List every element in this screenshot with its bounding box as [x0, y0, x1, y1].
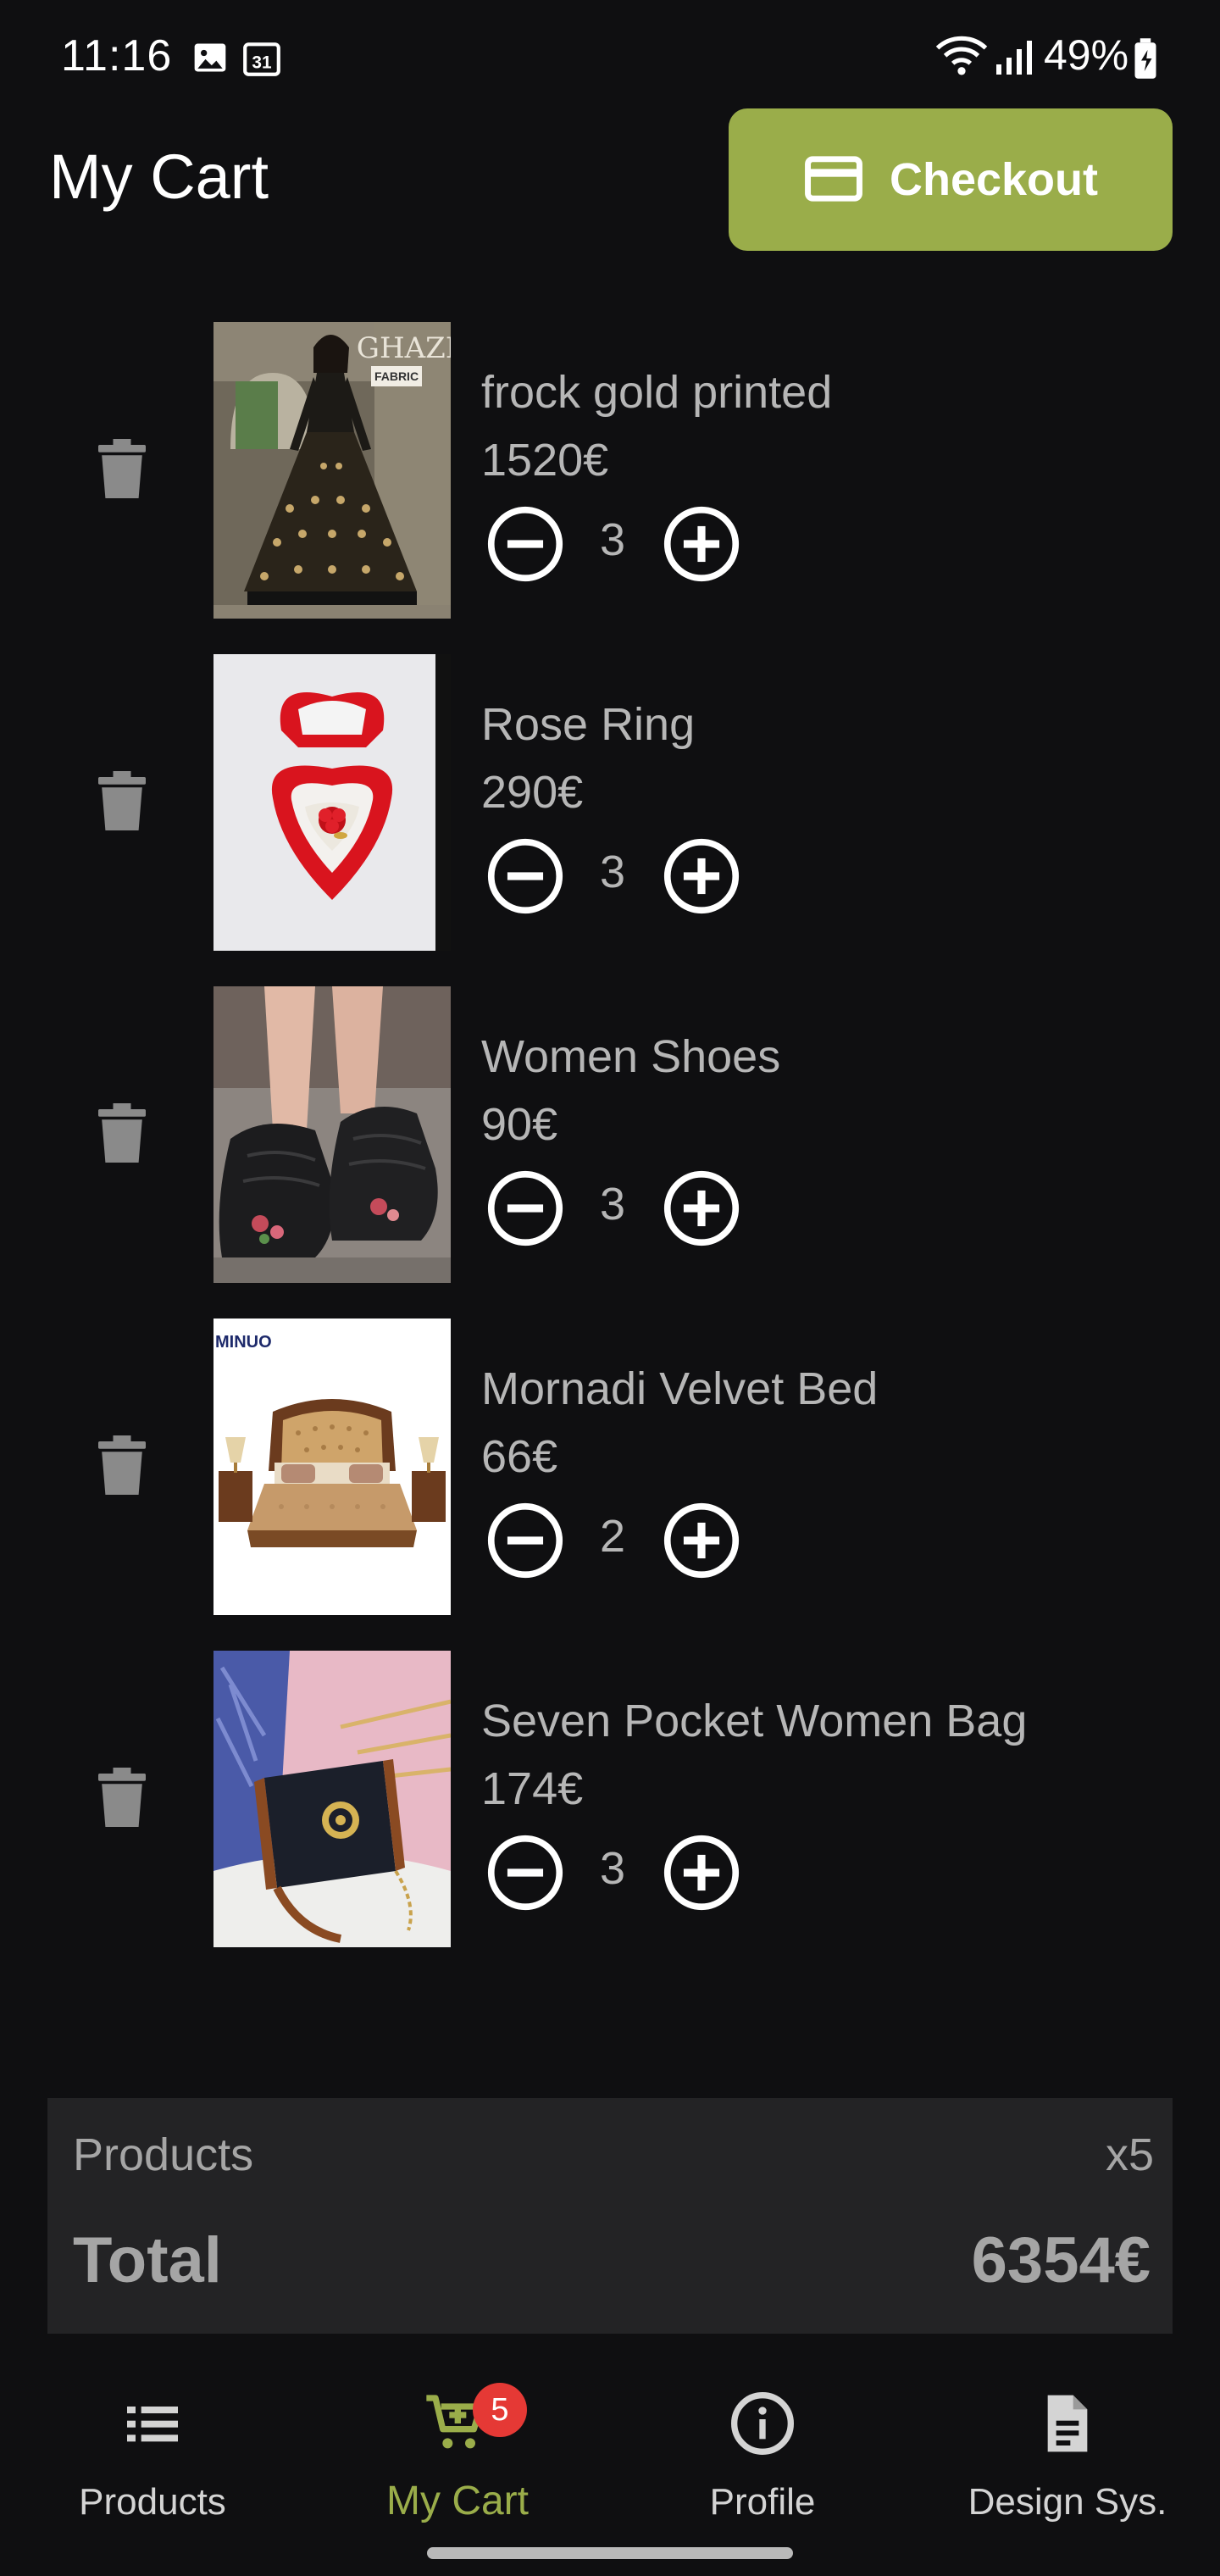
svg-text:MINUO: MINUO: [215, 1333, 272, 1352]
plus-circle-icon: [663, 1170, 740, 1246]
cart-summary: Products x5 Total 6354€: [47, 2098, 1173, 2334]
plus-circle-icon: [663, 838, 740, 914]
decrease-quantity-button[interactable]: [486, 505, 564, 583]
trash-icon: [98, 439, 146, 498]
minus-circle-icon: [487, 838, 563, 914]
quantity-value: 3: [599, 1179, 626, 1230]
nav-label: Profile: [709, 2481, 816, 2523]
product-name: Seven Pocket Women Bag: [481, 1696, 1028, 1746]
product-name: Rose Ring: [481, 699, 696, 750]
nav-item-design-system[interactable]: Design Sys.: [915, 2364, 1220, 2534]
product-price: 90€: [481, 1099, 558, 1150]
product-image-dress[interactable]: FABRIC GHAZI: [214, 322, 451, 619]
product-price: 174€: [481, 1763, 584, 1814]
summary-products-label: Products: [73, 2129, 254, 2180]
product-price: 290€: [481, 767, 584, 818]
credit-card-icon: [803, 154, 864, 206]
nav-item-my-cart[interactable]: 5 My Cart: [305, 2364, 610, 2534]
increase-quantity-button[interactable]: [663, 1169, 740, 1247]
product-image-bed[interactable]: MINUO: [214, 1319, 451, 1615]
product-image-shoes[interactable]: [214, 986, 451, 1283]
product-image-bag[interactable]: [214, 1651, 451, 1947]
cart-item: Women Shoes 90€ 3: [0, 986, 1220, 1285]
delete-item-button[interactable]: [98, 1435, 146, 1495]
status-bar: 11:16 31 49%: [0, 0, 1220, 110]
summary-total-value: 6354€: [971, 2224, 1151, 2296]
nav-label: Products: [79, 2481, 226, 2523]
quantity-value: 3: [599, 847, 626, 897]
quantity-value: 2: [599, 1511, 626, 1562]
svg-text:FABRIC: FABRIC: [374, 369, 419, 383]
quantity-value: 3: [599, 514, 626, 565]
wifi-icon: [935, 34, 988, 84]
decrease-quantity-button[interactable]: [486, 1834, 564, 1912]
checkout-button[interactable]: Checkout: [729, 108, 1173, 251]
gallery-icon: [191, 39, 229, 80]
battery-icon: [1130, 37, 1161, 84]
cart-count-badge: 5: [473, 2383, 527, 2437]
status-time: 11:16: [61, 31, 173, 80]
trash-icon: [98, 771, 146, 830]
delete-item-button[interactable]: [98, 1768, 146, 1827]
delete-item-button[interactable]: [98, 439, 146, 498]
product-price: 66€: [481, 1431, 558, 1482]
increase-quantity-button[interactable]: [663, 1502, 740, 1579]
trash-icon: [98, 1435, 146, 1495]
product-name: frock gold printed: [481, 367, 833, 418]
decrease-quantity-button[interactable]: [486, 1502, 564, 1579]
cart-item: MINUO Mornadi Velvet Bed 66€ 2: [0, 1319, 1220, 1617]
delete-item-button[interactable]: [98, 1103, 146, 1163]
nav-label: Design Sys.: [968, 2481, 1167, 2523]
minus-circle-icon: [487, 1170, 563, 1246]
product-name: Women Shoes: [481, 1031, 781, 1082]
plus-circle-icon: [663, 1835, 740, 1911]
battery-percentage: 49%: [1044, 31, 1129, 79]
cart-item: Seven Pocket Women Bag 174€ 3: [0, 1651, 1220, 1949]
product-price: 1520€: [481, 435, 609, 486]
nav-item-products[interactable]: Products: [0, 2364, 305, 2534]
svg-text:GHAZI: GHAZI: [357, 331, 451, 365]
checkout-label: Checkout: [889, 154, 1099, 205]
minus-circle-icon: [487, 506, 563, 582]
page-title: My Cart: [49, 142, 269, 212]
product-name: Mornadi Velvet Bed: [481, 1363, 879, 1414]
increase-quantity-button[interactable]: [663, 837, 740, 915]
info-icon: [729, 2390, 796, 2457]
nav-item-profile[interactable]: Profile: [610, 2364, 915, 2534]
summary-products-count: x5: [1105, 2129, 1154, 2180]
decrease-quantity-button[interactable]: [486, 1169, 564, 1247]
summary-total-label: Total: [73, 2224, 222, 2296]
calendar-day: 31: [252, 53, 271, 72]
document-icon: [1034, 2390, 1101, 2457]
trash-icon: [98, 1103, 146, 1163]
list-icon: [119, 2390, 186, 2457]
cart-item: FABRIC GHAZI frock gold printed 1520€ 3: [0, 322, 1220, 620]
minus-circle-icon: [487, 1502, 563, 1579]
bottom-navigation: Products 5 My Cart Profile Design Sys.: [0, 2364, 1220, 2534]
trash-icon: [98, 1768, 146, 1827]
nav-label: My Cart: [386, 2479, 529, 2523]
signal-icon: [993, 37, 1034, 82]
increase-quantity-button[interactable]: [663, 1834, 740, 1912]
minus-circle-icon: [487, 1835, 563, 1911]
decrease-quantity-button[interactable]: [486, 837, 564, 915]
product-image-ring[interactable]: [214, 654, 451, 951]
cart-item: Rose Ring 290€ 3: [0, 654, 1220, 952]
calendar-icon: 31: [241, 37, 283, 84]
plus-circle-icon: [663, 506, 740, 582]
quantity-value: 3: [599, 1843, 626, 1894]
plus-circle-icon: [663, 1502, 740, 1579]
home-indicator[interactable]: [427, 2547, 793, 2559]
increase-quantity-button[interactable]: [663, 505, 740, 583]
delete-item-button[interactable]: [98, 771, 146, 830]
